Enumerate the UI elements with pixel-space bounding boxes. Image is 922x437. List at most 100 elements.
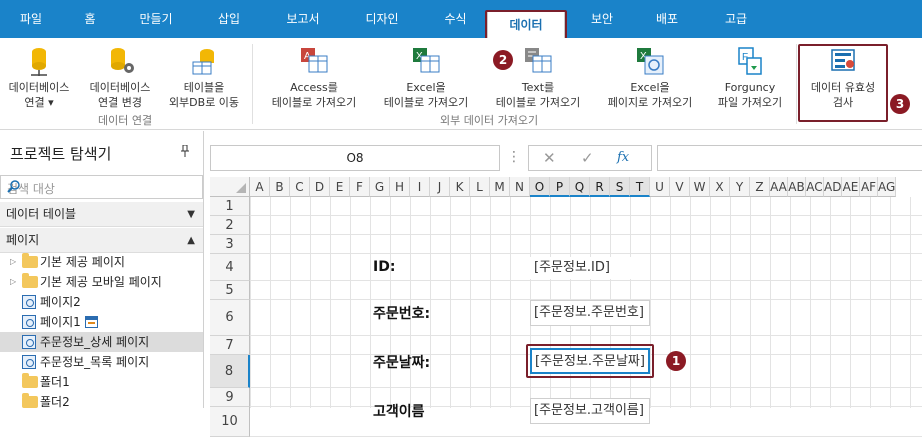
column-header[interactable]: T [630,177,650,197]
tab-report[interactable]: 보고서 [283,9,323,29]
column-header[interactable]: M [490,177,510,197]
explorer-search[interactable]: 검색 대상 [0,175,203,199]
column-header[interactable]: U [650,177,670,197]
field-customer[interactable]: [주문정보.고객이름] [530,398,650,424]
column-header[interactable]: O [530,177,550,197]
row-header[interactable]: 2 [210,216,250,235]
more-dots-icon[interactable]: ⋮ [507,149,521,165]
tab-insert[interactable]: 삽입 [214,9,244,29]
field-id[interactable]: [주문정보.ID] [530,257,650,279]
cell-name-box[interactable]: O8 [210,145,500,171]
tree-item-folder1[interactable]: 폴더1 [0,372,203,392]
column-header[interactable]: W [690,177,710,197]
text-label2: 테이블로 가져오기 [495,96,581,109]
column-header[interactable]: AC [806,177,824,197]
tab-security[interactable]: 보안 [587,9,617,29]
database-icon [22,44,56,78]
move-table-button[interactable]: 테이블을 외부DB로 이동 [163,44,245,110]
row-header[interactable]: 10 [210,407,250,437]
pin-icon[interactable] [180,144,190,160]
column-header[interactable]: AF [860,177,878,197]
field-order-no[interactable]: [주문정보.주문번호] [530,300,650,326]
row-header[interactable]: 1 [210,197,250,216]
expand-triangle-icon[interactable]: ▷ [10,252,16,272]
column-header[interactable]: Y [730,177,750,197]
tab-formula[interactable]: 수식 [443,9,468,29]
formula-buttons: ✕ ✓ fx [528,145,652,171]
column-header[interactable]: Q [570,177,590,197]
excel-page-label: Excel을 [630,81,670,94]
column-header[interactable]: E [330,177,350,197]
column-header[interactable]: N [510,177,530,197]
column-header[interactable]: B [270,177,290,197]
ribbon-panel: 데이터베이스 연결 ▾ 데이터베이스 연결 변경 테이블을 외부DB로 이동 데… [0,38,922,130]
section-data-tables-label: 데이터 테이블 [6,207,77,221]
column-header[interactable]: AD [824,177,842,197]
import-forguncy-button[interactable]: F Forguncy 파일 가져오기 [708,44,792,110]
move-table-label: 테이블을 [183,81,225,94]
tab-advanced[interactable]: 고급 [721,9,751,29]
column-header[interactable]: J [430,177,450,197]
row-header[interactable]: 7 [210,336,250,355]
tab-file[interactable]: 파일 [16,9,46,29]
db-connect-button[interactable]: 데이터베이스 연결 ▾ [6,44,72,110]
section-data-tables[interactable]: 데이터 테이블 ▼ [0,202,203,227]
column-header[interactable]: A [250,177,270,197]
tree-item-builtin-pages[interactable]: ▷ 기본 제공 페이지 [0,252,203,272]
column-header[interactable]: AB [788,177,806,197]
row-header[interactable]: 4 [210,254,250,281]
function-icon[interactable]: fx [617,150,629,165]
tree-item-folder2[interactable]: 폴더2 [0,392,203,412]
import-access-button[interactable]: A Access를 테이블로 가져오기 [262,44,366,110]
section-pages-label: 페이지 [6,233,40,247]
db-change-button[interactable]: 데이터베이스 연결 변경 [84,44,156,110]
column-header[interactable]: P [550,177,570,197]
column-header[interactable]: AG [878,177,896,197]
row-header[interactable]: 8 [210,355,250,388]
column-header[interactable]: D [310,177,330,197]
callout-badge-3: 3 [890,94,910,114]
tab-create[interactable]: 만들기 [136,9,176,29]
row-header[interactable]: 3 [210,235,250,254]
tree-item-page2[interactable]: 페이지2 [0,292,203,312]
expand-triangle-icon[interactable]: ▷ [10,272,16,292]
tree-item-builtin-mobile[interactable]: ▷ 기본 제공 모바일 페이지 [0,272,203,292]
column-header[interactable]: H [390,177,410,197]
column-header[interactable]: F [350,177,370,197]
import-excel-button[interactable]: X Excel을 테이블로 가져오기 [374,44,478,110]
confirm-icon[interactable]: ✓ [581,149,594,167]
highlight-validation [798,44,888,122]
import-excel-page-button[interactable]: X Excel을 페이지로 가져오기 [598,44,702,110]
select-all-corner[interactable] [210,177,250,197]
column-header[interactable]: V [670,177,690,197]
formula-input[interactable] [657,145,922,171]
sheet-grid[interactable]: ID: 주문번호: 주문날짜: 고객이름 [주문정보.ID] [주문정보.주문번… [210,177,922,437]
forguncy-label2: 파일 가져오기 [717,96,783,109]
cancel-icon[interactable]: ✕ [543,149,556,167]
column-header[interactable]: L [470,177,490,197]
column-header[interactable]: R [590,177,610,197]
tab-deploy[interactable]: 배포 [652,9,682,29]
column-header[interactable]: I [410,177,430,197]
column-header[interactable]: AA [770,177,788,197]
tree-item-order-detail[interactable]: 주문정보_상세 페이지 [0,332,203,352]
tab-home[interactable]: 홈 [80,9,100,29]
column-header[interactable]: C [290,177,310,197]
column-header[interactable]: Z [750,177,770,197]
row-header[interactable]: 5 [210,281,250,300]
db-change-label: 데이터베이스 [89,81,151,94]
row-header[interactable]: 9 [210,388,250,407]
excel-page-icon: X [633,44,667,78]
tree-item-page1[interactable]: 페이지1 [0,312,203,332]
column-header[interactable]: AE [842,177,860,197]
column-header[interactable]: G [370,177,390,197]
search-icon[interactable] [7,179,21,193]
column-header[interactable]: S [610,177,630,197]
column-header[interactable]: X [710,177,730,197]
label-order-date: 주문날짜: [373,355,431,371]
section-pages[interactable]: 페이지 ▲ [0,228,203,253]
row-header[interactable]: 6 [210,300,250,336]
tree-item-order-list[interactable]: 주문정보_목록 페이지 [0,352,203,372]
column-header[interactable]: K [450,177,470,197]
tab-design[interactable]: 디자인 [362,9,402,29]
